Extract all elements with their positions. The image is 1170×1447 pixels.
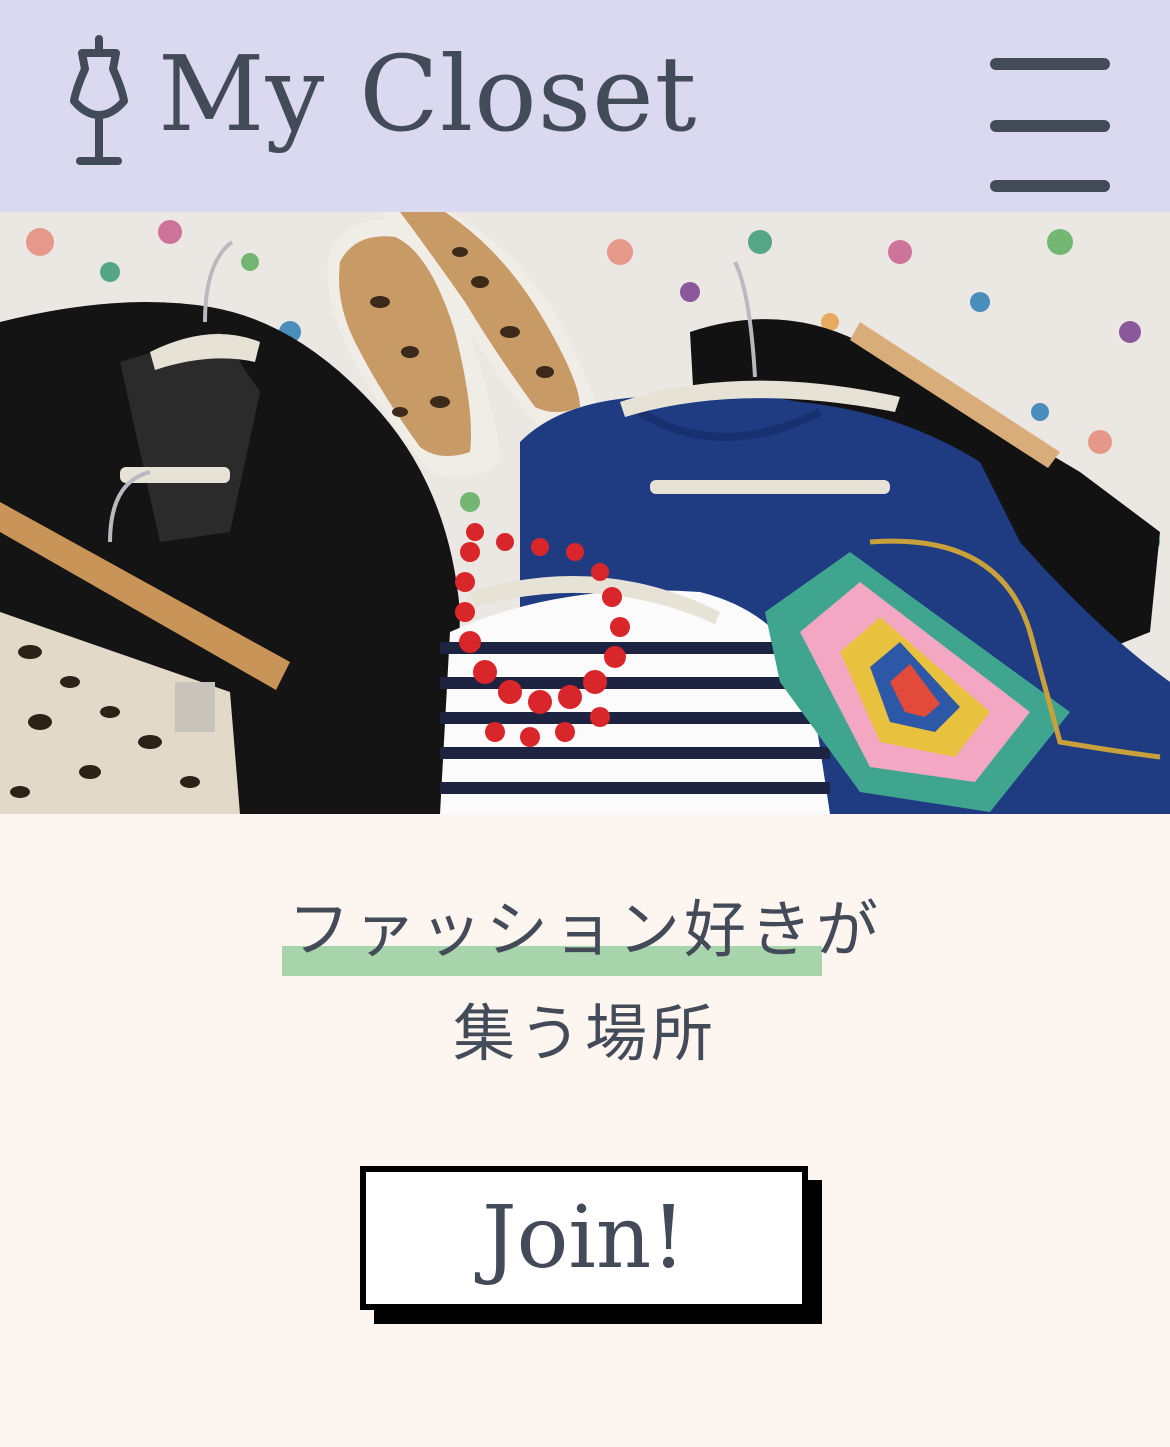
tagline-line1: ファッション好きが — [281, 880, 883, 980]
join-button[interactable]: Join! — [360, 1166, 808, 1310]
tagline-line1-rest: が — [816, 893, 883, 966]
clothing-flatlay-photo — [0, 212, 1170, 814]
tagline: ファッション好きが 集う場所 — [0, 880, 1170, 1084]
page: My Closet ファッション好きが 集う場所 Join! — [0, 0, 1170, 1447]
join-button-wrapper: Join! — [360, 1166, 822, 1324]
mannequin-icon — [70, 34, 128, 165]
site-header: My Closet — [0, 0, 1170, 212]
tagline-highlight: ファッション好き — [281, 880, 823, 980]
menu-bar — [990, 58, 1110, 70]
hamburger-menu-icon[interactable] — [990, 58, 1110, 194]
menu-bar — [990, 180, 1110, 192]
tagline-line2: 集う場所 — [452, 997, 717, 1070]
brand-name: My Closet — [158, 33, 698, 155]
menu-bar — [990, 120, 1110, 132]
brand-logo-link[interactable]: My Closet — [66, 30, 697, 170]
hero-image — [0, 212, 1170, 814]
